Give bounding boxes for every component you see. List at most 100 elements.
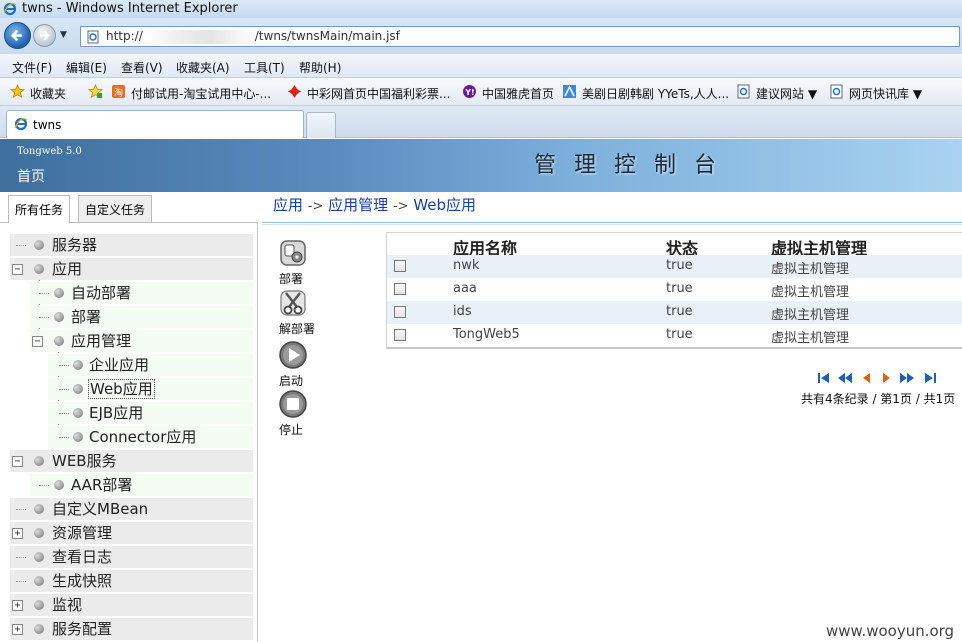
tree-item-auto-deploy[interactable]: 自动部署 bbox=[30, 282, 253, 304]
menu-help[interactable]: 帮助(H) bbox=[299, 59, 341, 76]
tab-custom-tasks[interactable]: 自定义任务 bbox=[78, 195, 153, 223]
tree-item-custom-mbean[interactable]: 自定义MBean bbox=[10, 498, 253, 520]
address-toolbar: ▼ http:///twns/twnsMain/main.jsf bbox=[0, 18, 962, 54]
fav-suggested-sites[interactable]: 建议网站 ▼ bbox=[756, 85, 817, 102]
menu-file[interactable]: 文件(F) bbox=[12, 59, 52, 76]
prev-fast-icon[interactable] bbox=[837, 371, 853, 385]
forward-button[interactable] bbox=[33, 24, 56, 47]
breadcrumb-separator: -> bbox=[392, 199, 409, 214]
tree-item-view-log[interactable]: 查看日志 bbox=[10, 546, 253, 568]
menu-edit[interactable]: 编辑(E) bbox=[66, 59, 107, 76]
node-bullet-icon bbox=[73, 408, 83, 418]
favorites-button[interactable]: 收藏夹 bbox=[30, 85, 66, 102]
svg-text:Y!: Y! bbox=[464, 88, 474, 97]
app-header: Tongweb 5.0 首页 管理控制台 bbox=[0, 139, 962, 192]
tree-label: 查看日志 bbox=[52, 548, 113, 566]
pager-summary: 共有4条纪录 / 第1页 / 共1页 bbox=[801, 392, 956, 406]
fav-web-slice-gallery[interactable]: 网页快讯库 ▼ bbox=[849, 85, 922, 102]
status-cell: true bbox=[666, 258, 693, 273]
row-checkbox[interactable] bbox=[394, 306, 406, 318]
start-label: 启动 bbox=[279, 374, 304, 388]
fav-link-taobao[interactable]: 付邮试用-淘宝试用中心-... bbox=[131, 85, 271, 102]
ie-logo-icon bbox=[3, 2, 17, 16]
undeploy-button[interactable]: 解部署 bbox=[276, 288, 326, 338]
add-favorite-icon[interactable] bbox=[88, 84, 103, 99]
vhost-link[interactable]: 虚拟主机管理 bbox=[771, 304, 849, 323]
tree-item-deploy[interactable]: 部署 bbox=[30, 306, 253, 328]
stop-icon bbox=[279, 390, 307, 418]
expand-icon[interactable]: + bbox=[12, 600, 23, 611]
node-bullet-icon bbox=[34, 576, 44, 586]
favorites-star-icon bbox=[10, 84, 25, 99]
row-checkbox[interactable] bbox=[394, 283, 406, 295]
app-name-cell: nwk bbox=[453, 258, 480, 273]
tree-item-app-mgmt[interactable]: − 应用管理 bbox=[30, 330, 253, 352]
tree-dotline bbox=[16, 581, 26, 582]
new-tab-button[interactable] bbox=[306, 112, 336, 138]
suggested-sites-icon bbox=[737, 84, 750, 99]
status-cell: true bbox=[666, 281, 693, 296]
tab-all-tasks[interactable]: 所有任务 bbox=[8, 195, 71, 223]
tree-item-enterprise-app[interactable]: 企业应用 bbox=[48, 354, 253, 376]
history-dropdown-icon[interactable]: ▼ bbox=[60, 30, 67, 40]
tree-item-ejb-app[interactable]: EJB应用 bbox=[48, 402, 253, 424]
prev-page-icon[interactable] bbox=[859, 371, 875, 385]
tree-item-web-app[interactable]: Web应用 bbox=[48, 378, 253, 400]
fav-link-lottery[interactable]: 中彩网首页中国福利彩票... bbox=[307, 85, 450, 102]
start-button[interactable]: 启动 bbox=[276, 340, 326, 390]
tree-item-monitor[interactable]: + 监视 bbox=[10, 594, 253, 616]
navigation-tree: 服务器 − 应用 自动部署 部署 − 应用管理 企业应用 Web应用 EJB应用… bbox=[0, 222, 258, 642]
home-link[interactable]: 首页 bbox=[17, 166, 45, 186]
next-fast-icon[interactable] bbox=[899, 371, 915, 385]
tree-item-server[interactable]: 服务器 bbox=[10, 234, 253, 256]
collapse-icon[interactable]: − bbox=[12, 456, 23, 467]
deploy-button[interactable]: 部署 bbox=[276, 238, 326, 288]
tree-item-resource-mgmt[interactable]: + 资源管理 bbox=[10, 522, 253, 544]
window-title: twns - Windows Internet Explorer bbox=[22, 1, 238, 16]
tree-label: 应用 bbox=[52, 260, 83, 278]
menu-tools[interactable]: 工具(T) bbox=[244, 59, 285, 76]
vhost-link[interactable]: 虚拟主机管理 bbox=[771, 258, 849, 277]
left-tab-strip: 所有任务 自定义任务 bbox=[0, 192, 258, 223]
url-field[interactable]: http:///twns/twnsMain/main.jsf bbox=[80, 26, 960, 47]
node-bullet-icon bbox=[54, 336, 64, 346]
breadcrumb-app[interactable]: 应用 bbox=[273, 196, 303, 214]
tree-label-selected: Web应用 bbox=[88, 379, 155, 399]
web-slice-icon bbox=[830, 84, 843, 99]
browser-tab[interactable]: twns bbox=[6, 110, 304, 138]
collapse-icon[interactable]: − bbox=[32, 336, 43, 347]
first-page-icon[interactable] bbox=[816, 371, 832, 385]
lottery-site-icon bbox=[288, 85, 301, 98]
vhost-link[interactable]: 虚拟主机管理 bbox=[771, 327, 849, 346]
tree-label: 企业应用 bbox=[89, 356, 150, 374]
tree-label: 监视 bbox=[52, 596, 83, 614]
row-checkbox[interactable] bbox=[394, 329, 406, 341]
last-page-icon[interactable] bbox=[922, 371, 938, 385]
fav-link-yahoo[interactable]: 中国雅虎首页 bbox=[482, 85, 554, 102]
vhost-link[interactable]: 虚拟主机管理 bbox=[771, 281, 849, 300]
tree-item-connector-app[interactable]: Connector应用 bbox=[48, 426, 253, 448]
collapse-icon[interactable]: − bbox=[12, 264, 23, 275]
next-page-icon[interactable] bbox=[878, 371, 894, 385]
menu-view[interactable]: 查看(V) bbox=[121, 59, 163, 76]
window-titlebar: twns - Windows Internet Explorer bbox=[0, 0, 962, 18]
tree-label: 应用管理 bbox=[71, 332, 132, 350]
fav-link-yyets[interactable]: 美剧日剧韩剧 YYeTs,人人... bbox=[582, 85, 729, 102]
menu-favorites[interactable]: 收藏夹(A) bbox=[176, 59, 230, 76]
row-checkbox[interactable] bbox=[394, 260, 406, 272]
expand-icon[interactable]: + bbox=[12, 624, 23, 635]
tree-item-service-config[interactable]: + 服务配置 bbox=[10, 618, 253, 640]
tree-item-snapshot[interactable]: 生成快照 bbox=[10, 570, 253, 592]
tree-item-web-service[interactable]: − WEB服务 bbox=[10, 450, 253, 472]
header-divider bbox=[262, 222, 962, 225]
tree-label: 部署 bbox=[71, 308, 102, 326]
tree-item-aar-deploy[interactable]: AAR部署 bbox=[30, 474, 253, 496]
stop-button[interactable]: 停止 bbox=[276, 389, 326, 439]
tree-dotline bbox=[16, 557, 26, 558]
expand-icon[interactable]: + bbox=[12, 528, 23, 539]
back-button[interactable] bbox=[4, 22, 31, 49]
node-bullet-icon bbox=[34, 624, 44, 634]
breadcrumb-app-mgmt[interactable]: 应用管理 bbox=[328, 196, 388, 214]
tree-item-app[interactable]: − 应用 bbox=[10, 258, 253, 280]
undeploy-label: 解部署 bbox=[279, 322, 316, 336]
